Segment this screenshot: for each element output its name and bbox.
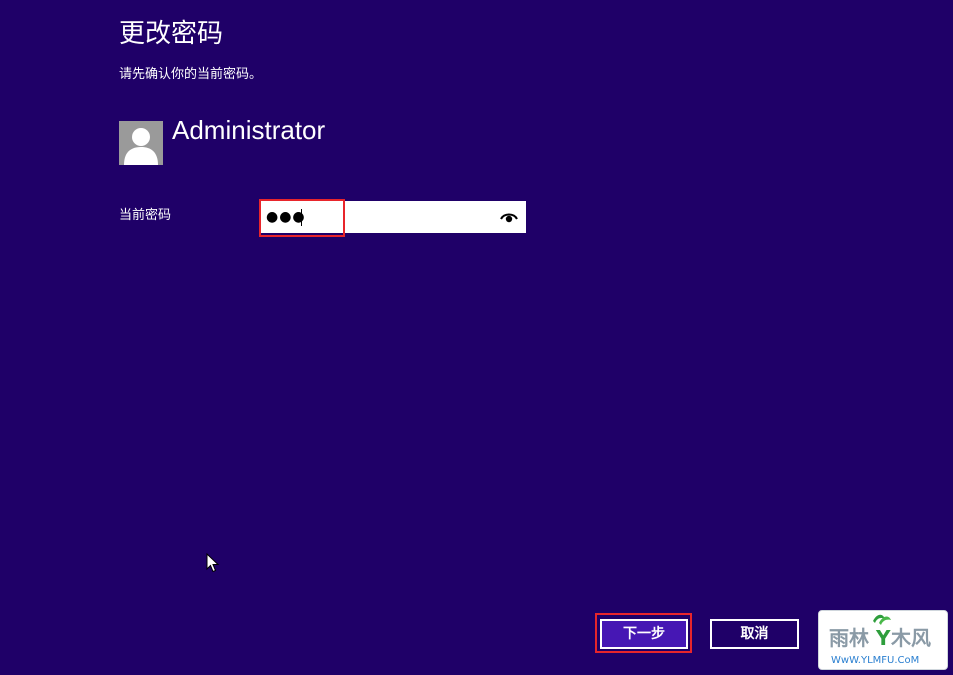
svg-text:Y: Y [875,626,891,650]
page-subtitle: 请先确认你的当前密码。 [119,67,263,82]
account-username: Administrator [172,115,326,145]
svg-text:木风: 木风 [890,626,931,650]
cancel-button[interactable]: 取消 [710,619,799,649]
user-avatar [119,121,163,165]
site-watermark-logo: 雨林 Y 木风 WwW.YLMFU.CoM [818,610,948,670]
current-password-field[interactable]: ●●● [261,201,526,233]
page-title: 更改密码 [119,19,224,49]
current-password-label: 当前密码 [119,208,172,223]
password-masked-value: ●●● [266,209,306,225]
svg-text:雨林: 雨林 [829,626,869,650]
next-button[interactable]: 下一步 [600,619,688,649]
mouse-pointer-icon [206,552,220,573]
user-silhouette-icon [119,121,163,165]
eye-icon[interactable] [500,210,518,224]
text-caret [301,209,302,226]
svg-text:WwW.YLMFU.CoM: WwW.YLMFU.CoM [831,655,919,666]
